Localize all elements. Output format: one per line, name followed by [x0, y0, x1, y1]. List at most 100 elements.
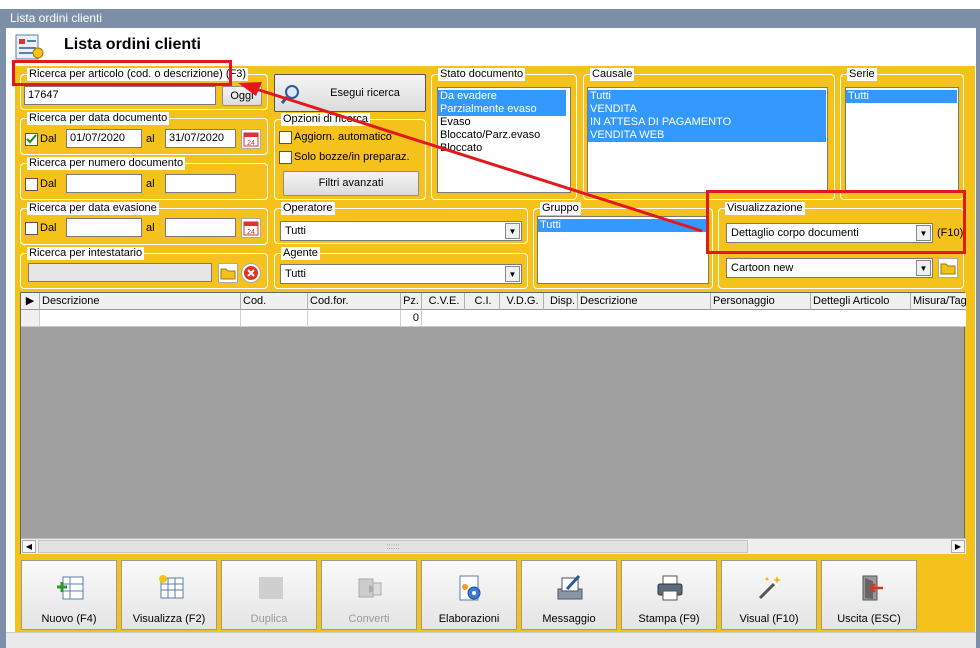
col-header-misura[interactable]: Misura/Tag [911, 293, 966, 310]
article-search-input[interactable]: 17647 [24, 86, 216, 105]
list-item[interactable]: Tutti [538, 219, 707, 232]
window-right-border [976, 28, 980, 648]
new-row-icon [57, 576, 84, 600]
list-item[interactable]: Da evadere [438, 90, 566, 103]
holder-search-input[interactable] [28, 263, 212, 282]
today-button[interactable]: Oggi [222, 86, 262, 106]
search-options-legend: Opzioni di ricerca [281, 113, 370, 126]
col-header-codfor[interactable]: Cod.for. [308, 293, 401, 310]
scroll-thumb[interactable]: :::::: [38, 540, 748, 553]
list-item[interactable]: Parzialmente evaso [438, 103, 566, 116]
doc-date-checkbox[interactable] [25, 133, 38, 146]
list-item[interactable]: VENDITA [588, 103, 826, 116]
duplicate-button[interactable]: Duplica [221, 560, 317, 630]
list-item[interactable]: Tutti [846, 90, 957, 103]
evasion-from-input[interactable] [66, 218, 142, 237]
folder-open-icon[interactable] [938, 258, 958, 278]
scroll-right-icon[interactable]: ▶ [951, 540, 965, 553]
print-button[interactable]: Stampa (F9) [621, 560, 717, 630]
list-item[interactable]: Bloccato/Parz.evaso [438, 129, 570, 142]
run-search-button[interactable]: Esegui ricerca [274, 74, 426, 112]
process-icon [459, 575, 481, 601]
doc-number-from-input[interactable] [66, 174, 142, 193]
col-header-personaggio[interactable]: Personaggio [711, 293, 811, 310]
col-header-pz[interactable]: Pz. [401, 293, 422, 310]
table-cell-pz[interactable]: 0 [401, 310, 422, 326]
window-titlebar[interactable]: Lista ordini clienti [0, 9, 980, 28]
printer-icon [657, 575, 683, 601]
new-button[interactable]: Nuovo (F4) [21, 560, 117, 630]
holder-search-legend: Ricerca per intestatario [27, 247, 145, 260]
auto-update-checkbox[interactable] [279, 131, 292, 144]
list-item[interactable]: Bloccato [438, 142, 570, 155]
folder-open-icon[interactable] [218, 263, 238, 283]
window-left-border [0, 28, 6, 648]
doc-date-dal-label: Dal [40, 133, 57, 145]
col-header-descrizione-2[interactable]: Descrizione [578, 293, 711, 310]
agent-value: Tutti [285, 268, 306, 280]
operator-select[interactable]: Tutti ▼ [280, 221, 522, 241]
list-item[interactable]: VENDITA WEB [588, 129, 826, 142]
table-cell[interactable] [241, 310, 308, 326]
horizontal-scrollbar[interactable]: ◀ :::::: ▶ [21, 538, 966, 554]
exit-button[interactable]: Uscita (ESC) [821, 560, 917, 630]
duplicate-icon [259, 577, 283, 599]
scroll-left-icon[interactable]: ◀ [22, 540, 36, 553]
doc-status-list[interactable]: Da evadere Parzialmente evaso Evaso Bloc… [437, 87, 571, 193]
layout-value: Cartoon new [731, 262, 794, 274]
convert-button[interactable]: Converti [321, 560, 417, 630]
chevron-down-icon[interactable]: ▼ [505, 223, 520, 239]
status-strip [6, 632, 976, 648]
visual-button[interactable]: Visual (F10) [721, 560, 817, 630]
new-button-label: Nuovo (F4) [41, 613, 97, 625]
annotation-highlight-view-mode [706, 190, 966, 254]
col-header-disp[interactable]: Disp. [544, 293, 578, 310]
list-item[interactable]: IN ATTESA DI PAGAMENTO [588, 116, 826, 129]
view-grid-icon [159, 575, 184, 599]
col-header-descrizione[interactable]: Descrizione [40, 293, 241, 310]
doc-number-checkbox[interactable] [25, 178, 38, 191]
col-header-cod[interactable]: Cod. [241, 293, 308, 310]
doc-number-al-label: al [146, 178, 155, 190]
row-selector[interactable] [21, 310, 40, 326]
evasion-date-legend: Ricerca per data evasione [27, 202, 159, 215]
message-button[interactable]: Messaggio [521, 560, 617, 630]
advanced-filters-button[interactable]: Filtri avanzati [283, 171, 419, 196]
svg-text:24: 24 [247, 140, 255, 147]
col-header-vdg[interactable]: V.D.G. [500, 293, 544, 310]
serie-legend: Serie [847, 68, 877, 81]
drafts-only-label: Solo bozze/in preparaz. [294, 151, 410, 163]
evasion-date-checkbox[interactable] [25, 222, 38, 235]
serie-list[interactable]: Tutti [845, 87, 959, 193]
causale-list[interactable]: Tutti VENDITA IN ATTESA DI PAGAMENTO VEN… [587, 87, 828, 193]
results-grid[interactable]: ▶ Descrizione Cod. Cod.for. Pz. C.V.E. C… [20, 292, 966, 554]
table-cell[interactable] [40, 310, 241, 326]
doc-date-to-input[interactable]: 31/07/2020 [165, 129, 236, 148]
evasion-to-input[interactable] [165, 218, 236, 237]
view-button[interactable]: Visualizza (F2) [121, 560, 217, 630]
list-item[interactable]: Evaso [438, 116, 570, 129]
calendar-icon[interactable]: 24 [241, 129, 261, 149]
doc-number-to-input[interactable] [165, 174, 236, 193]
list-item[interactable]: Tutti [588, 90, 826, 103]
col-header-cve[interactable]: C.V.E. [422, 293, 465, 310]
causale-legend: Causale [590, 68, 635, 81]
doc-number-legend: Ricerca per numero documento [27, 157, 186, 170]
calendar-icon[interactable]: 24 [241, 218, 261, 238]
col-header-dettagli-articolo[interactable]: Dettegli Articolo [811, 293, 911, 310]
chevron-down-icon[interactable]: ▼ [505, 266, 520, 282]
table-row[interactable]: 0 [21, 310, 966, 327]
auto-update-label: Aggiorn. automatico [294, 131, 392, 143]
layout-select[interactable]: Cartoon new ▼ [726, 258, 933, 278]
doc-date-from-input[interactable]: 01/07/2020 [66, 129, 142, 148]
table-cell[interactable] [308, 310, 401, 326]
wand-icon [758, 576, 781, 600]
chevron-down-icon[interactable]: ▼ [916, 260, 931, 276]
duplicate-button-label: Duplica [250, 613, 288, 625]
col-header-ci[interactable]: C.I. [465, 293, 500, 310]
group-list[interactable]: Tutti [537, 216, 709, 284]
processing-button[interactable]: Elaborazioni [421, 560, 517, 630]
clear-icon[interactable] [241, 263, 261, 283]
agent-select[interactable]: Tutti ▼ [280, 264, 522, 284]
drafts-only-checkbox[interactable] [279, 151, 292, 164]
